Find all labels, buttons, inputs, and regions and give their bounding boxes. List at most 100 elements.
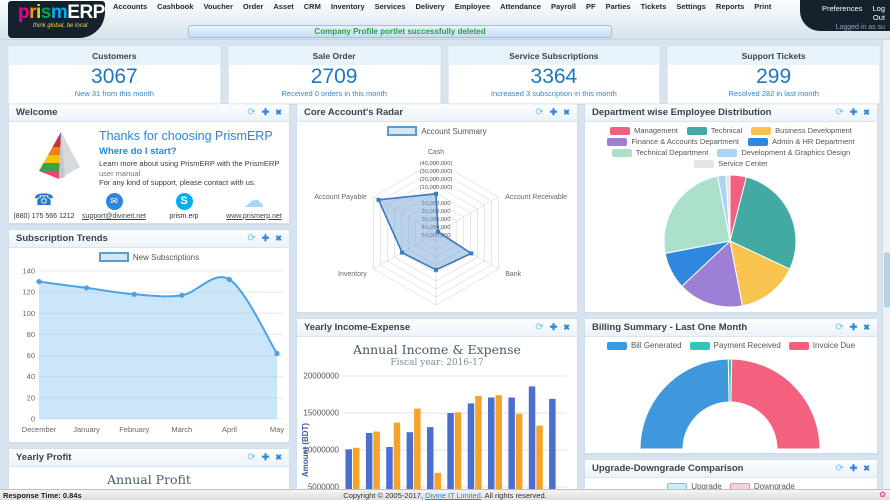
legend-item-payment-received[interactable]: Payment Received	[689, 341, 781, 350]
legend-item-new-subscriptions[interactable]: New Subscriptions	[98, 252, 199, 262]
add-icon[interactable]: ✚	[850, 323, 858, 332]
menu-item-reports[interactable]: Reports	[716, 2, 744, 11]
menu-item-parties[interactable]: Parties	[606, 2, 631, 11]
close-icon[interactable]: ✖	[863, 323, 870, 332]
kpi-card-customers[interactable]: Customers 3067 New 31 from this month	[8, 46, 221, 104]
menu-item-pf[interactable]: PF	[586, 2, 596, 11]
bar-expense-4[interactable]	[414, 408, 421, 491]
legend-item-business-development[interactable]: Business Development	[751, 126, 852, 135]
bar-income-10[interactable]	[528, 386, 536, 491]
scrollbar-track[interactable]	[882, 40, 890, 489]
scrollbar-thumb[interactable]	[884, 252, 890, 308]
radar-point-current-asset[interactable]	[434, 267, 438, 272]
bar-expense-3[interactable]	[393, 422, 401, 491]
menu-item-payroll[interactable]: Payroll	[551, 2, 576, 11]
legend-item-account-summary[interactable]: Account Summary	[387, 126, 487, 136]
legend-item-service-center[interactable]: Service Center	[694, 159, 768, 168]
add-icon[interactable]: ✚	[262, 108, 270, 117]
portlet-header-radar[interactable]: Core Account's Radar ⟳ ✚ ✖	[297, 104, 577, 122]
legend-item-technical[interactable]: Technical	[686, 126, 742, 135]
bar-income-1[interactable]	[345, 449, 353, 491]
menu-item-crm[interactable]: CRM	[304, 2, 321, 11]
bar-income-3[interactable]	[386, 447, 393, 491]
bar-expense-10[interactable]	[536, 425, 543, 491]
add-icon[interactable]: ✚	[850, 464, 858, 473]
close-icon[interactable]: ✖	[563, 323, 570, 332]
add-icon[interactable]: ✚	[550, 108, 558, 117]
kpi-card-service-subscriptions[interactable]: Service Subscriptions 3364 Increased 3 s…	[447, 46, 661, 104]
donut-slice-invoice-due[interactable]	[730, 358, 821, 450]
legend-item-invoice-due[interactable]: Invoice Due	[788, 341, 855, 350]
bar-expense-2[interactable]	[373, 431, 380, 492]
legend-item-finance-accounts-department[interactable]: Finance & Accounts Department	[607, 137, 739, 146]
portlet-header-upgrade[interactable]: Upgrade-Downgrade Comparison ⟳ ✚ ✖	[585, 460, 877, 478]
data-point-december[interactable]	[36, 279, 42, 285]
data-point-april[interactable]	[226, 276, 232, 283]
portlet-header-welcome[interactable]: Welcome ⟳ ✚ ✖	[9, 104, 289, 122]
refresh-icon[interactable]: ⟳	[835, 108, 843, 118]
data-point-may[interactable]	[274, 350, 280, 357]
close-icon[interactable]: ✖	[275, 234, 282, 243]
bar-expense-1[interactable]	[353, 447, 360, 491]
bar-income-11[interactable]	[549, 398, 556, 491]
contact-link[interactable]: www.prismerp.net	[226, 213, 282, 220]
kpi-card-sale-order[interactable]: Sale Order 2709 Received 0 orders in thi…	[227, 46, 441, 104]
bar-expense-8[interactable]	[495, 395, 503, 491]
data-point-march[interactable]	[179, 292, 185, 298]
legend-item-management[interactable]: Management	[610, 126, 678, 135]
radar-point-inventory[interactable]	[400, 250, 405, 255]
data-point-february[interactable]	[131, 291, 137, 297]
kpi-card-support-tickets[interactable]: Support Tickets 299 Resolved 282 in last…	[667, 46, 880, 104]
add-icon[interactable]: ✚	[850, 108, 858, 117]
bar-income-2[interactable]	[365, 433, 373, 491]
add-icon[interactable]: ✚	[550, 323, 558, 332]
user-manual-link[interactable]: user manual	[99, 169, 140, 178]
logout-link[interactable]: Log Out	[872, 4, 885, 22]
bar-expense-9[interactable]	[515, 413, 523, 491]
menu-item-asset[interactable]: Asset	[273, 2, 293, 11]
add-icon[interactable]: ✚	[262, 234, 270, 243]
menu-item-print[interactable]: Print	[754, 2, 771, 11]
portlet-header-profit[interactable]: Yearly Profit ⟳ ✚ ✖	[9, 449, 289, 467]
menu-item-tickets[interactable]: Tickets	[641, 2, 667, 11]
menu-item-employee[interactable]: Employee	[455, 2, 490, 11]
data-point-january[interactable]	[84, 285, 90, 291]
menu-item-settings[interactable]: Settings	[676, 2, 706, 11]
bar-income-9[interactable]	[508, 397, 515, 492]
close-icon[interactable]: ✖	[275, 108, 282, 117]
refresh-icon[interactable]: ⟳	[247, 108, 255, 118]
legend-item-technical-department[interactable]: Technical Department	[611, 148, 708, 157]
bar-income-8[interactable]	[488, 397, 495, 492]
flower-icon[interactable]: ✿	[879, 490, 886, 499]
legend-item-bill-generated[interactable]: Bill Generated	[606, 341, 682, 350]
brand-logo[interactable]: prismERP think global, be local	[8, 1, 105, 38]
legend-item-development-graphics-design[interactable]: Development & Graphics Design	[717, 148, 850, 157]
portlet-header-income-expense[interactable]: Yearly Income-Expense ⟳ ✚ ✖	[297, 319, 577, 337]
refresh-icon[interactable]: ⟳	[535, 323, 543, 333]
preferences-link[interactable]: Preferences	[822, 4, 862, 13]
menu-item-services[interactable]: Services	[375, 2, 406, 11]
menu-item-inventory[interactable]: Inventory	[331, 2, 365, 11]
bar-income-6[interactable]	[447, 413, 454, 491]
close-icon[interactable]: ✖	[863, 464, 870, 473]
menu-item-order[interactable]: Order	[243, 2, 263, 11]
bar-expense-7[interactable]	[475, 396, 482, 491]
radar-point-account-receivable[interactable]	[436, 229, 441, 234]
radar-point-bank[interactable]	[469, 251, 474, 256]
bar-expense-6[interactable]	[454, 412, 462, 491]
close-icon[interactable]: ✖	[863, 108, 870, 117]
radar-point-cash[interactable]	[434, 191, 438, 196]
close-icon[interactable]: ✖	[275, 453, 282, 462]
bar-income-5[interactable]	[427, 427, 434, 491]
refresh-icon[interactable]: ⟳	[535, 108, 543, 118]
bar-income-4[interactable]	[406, 432, 414, 491]
portlet-header-billing[interactable]: Billing Summary - Last One Month ⟳ ✚ ✖	[585, 319, 877, 337]
menu-item-delivery[interactable]: Delivery	[416, 2, 445, 11]
donut-slice-bill-generated[interactable]	[639, 358, 730, 450]
refresh-icon[interactable]: ⟳	[835, 464, 843, 474]
contact-link[interactable]: support@divineit.net	[82, 213, 146, 220]
divine-it-link[interactable]: Divine IT Limited	[425, 491, 481, 500]
menu-item-voucher[interactable]: Voucher	[203, 2, 232, 11]
refresh-icon[interactable]: ⟳	[247, 453, 255, 463]
portlet-header-distribution[interactable]: Department wise Employee Distribution ⟳ ✚…	[585, 104, 877, 122]
